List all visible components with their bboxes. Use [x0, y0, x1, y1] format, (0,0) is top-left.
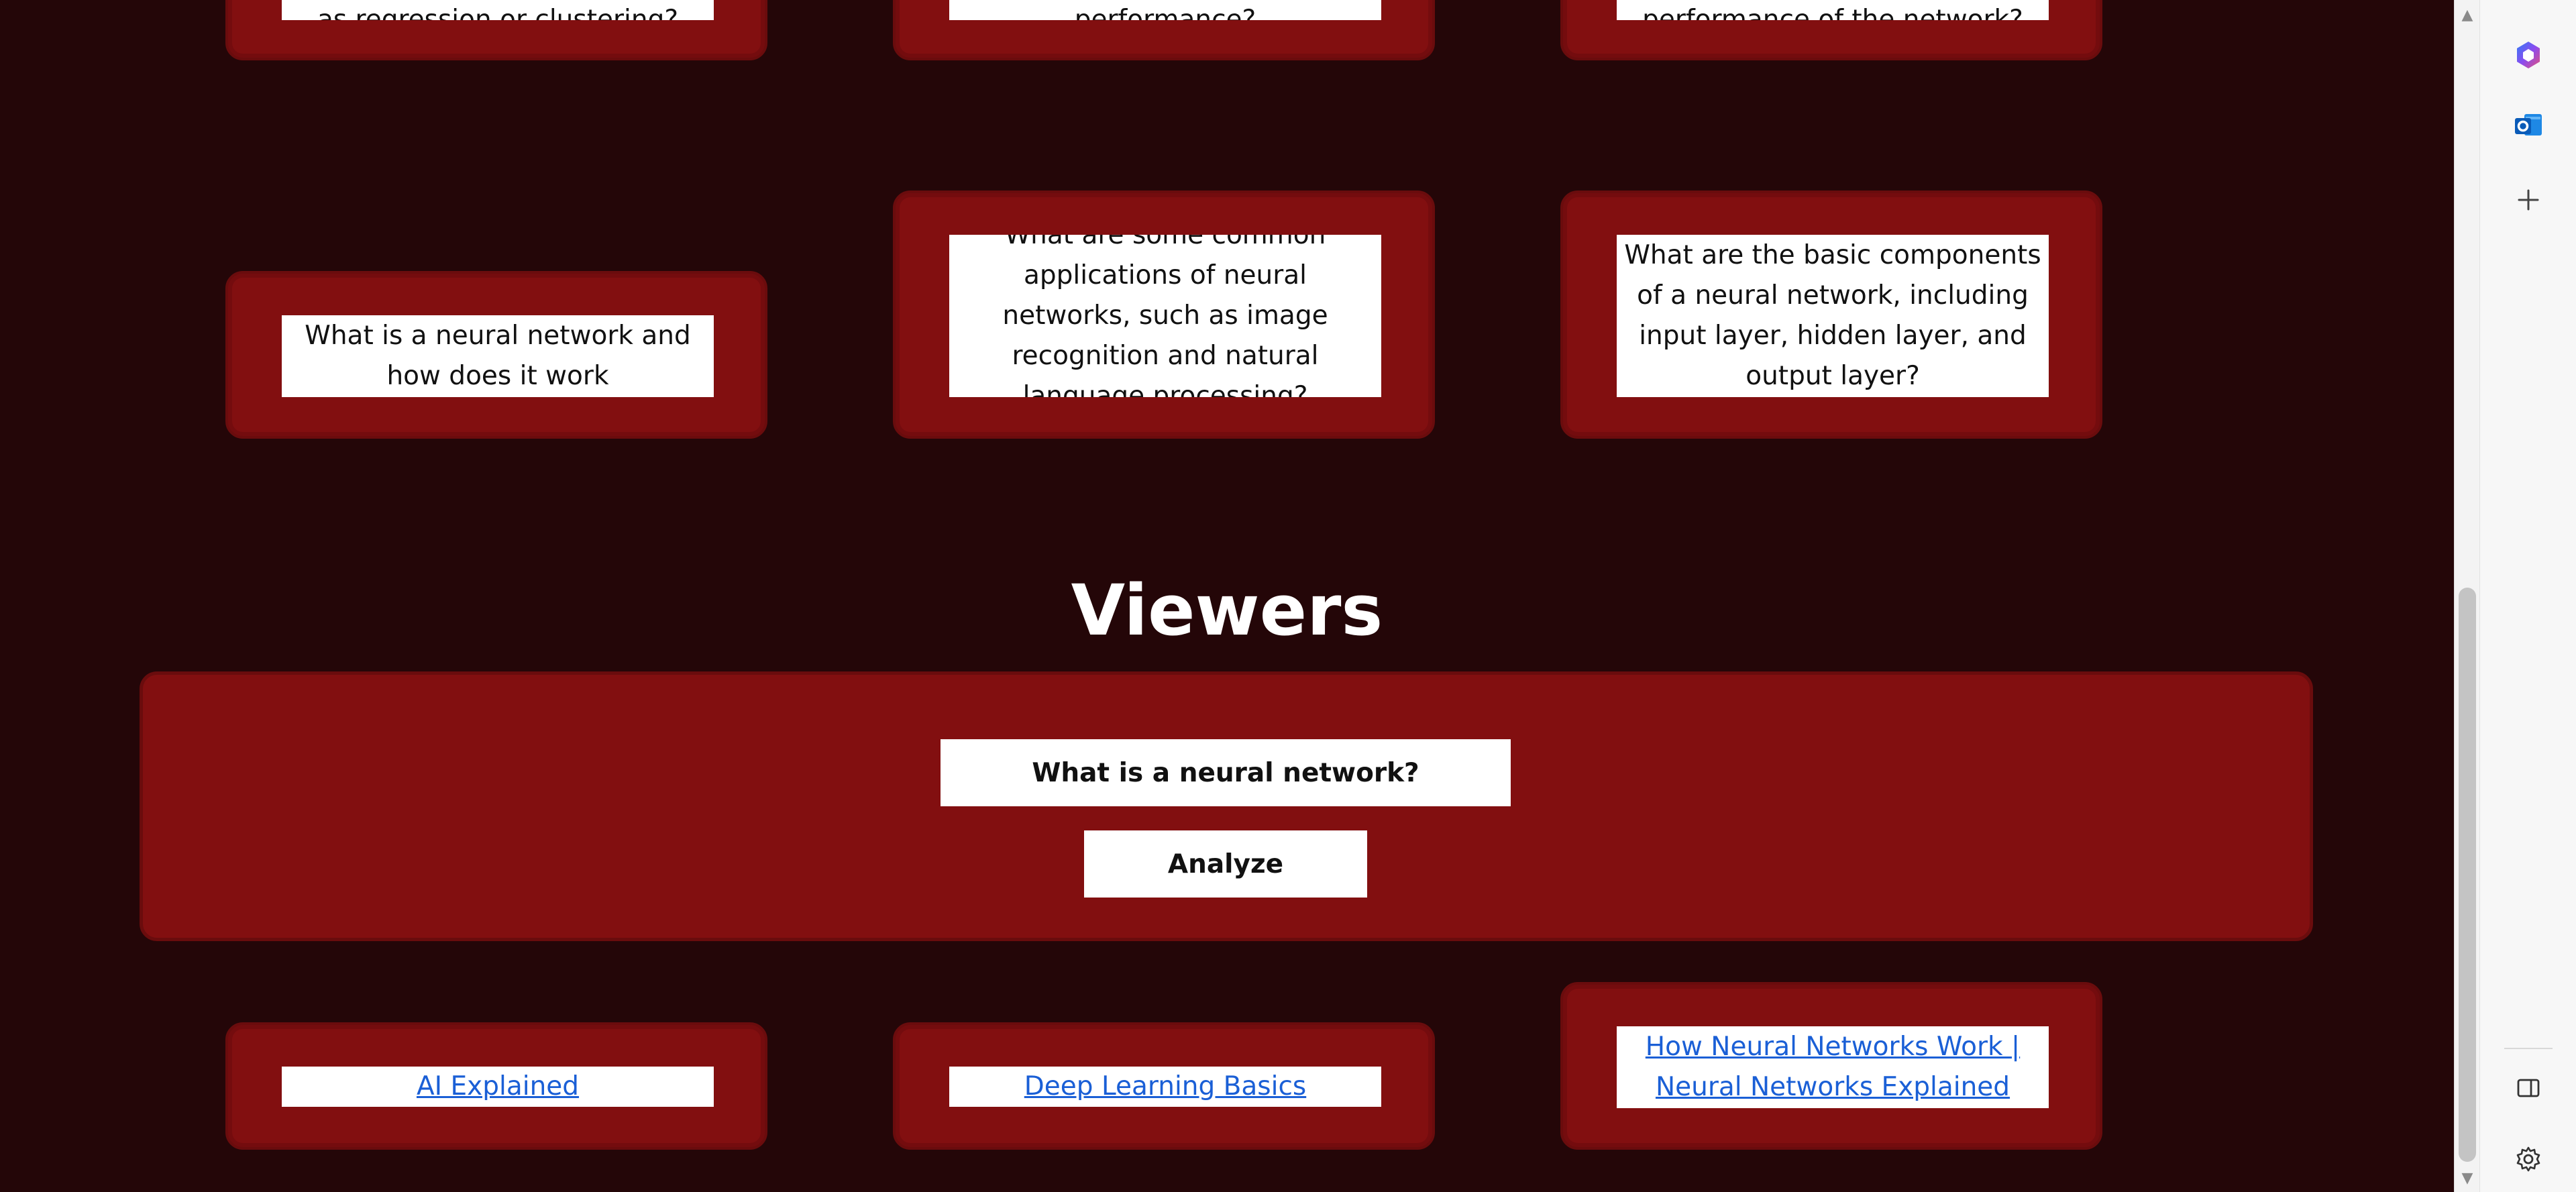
- scroll-thumb[interactable]: [2459, 588, 2476, 1162]
- scroll-down-arrow[interactable]: ▼: [2455, 1166, 2480, 1191]
- question-input[interactable]: What is a neural network?: [941, 739, 1511, 806]
- video-link[interactable]: AI Explained: [417, 1067, 579, 1107]
- outlook-icon: [2515, 114, 2542, 136]
- settings-icon[interactable]: [2506, 1136, 2551, 1182]
- question-card[interactable]: as regression or clustering?: [225, 0, 767, 60]
- browser-sidebar: [2479, 0, 2576, 1192]
- add-icon: [2518, 189, 2539, 211]
- split-screen-icon: [2517, 1079, 2540, 1097]
- sidebar-divider: [2504, 1048, 2553, 1049]
- question-card-text: What are some common applications of neu…: [949, 235, 1381, 397]
- add-icon[interactable]: [2506, 177, 2551, 223]
- video-link-container: AI Explained: [282, 1067, 714, 1107]
- copilot-icon: [2517, 42, 2540, 68]
- copilot-icon[interactable]: [2506, 32, 2551, 78]
- video-link[interactable]: Deep Learning Basics: [1024, 1067, 1306, 1107]
- outlook-icon[interactable]: [2506, 102, 2551, 148]
- video-link-card: How Neural Networks Work | Neural Networ…: [1560, 982, 2102, 1150]
- question-card[interactable]: performance of the network?: [1560, 0, 2102, 60]
- question-card[interactable]: What are some common applications of neu…: [893, 191, 1435, 439]
- video-link-card: AI Explained: [225, 1022, 767, 1150]
- viewers-panel: [140, 671, 2313, 941]
- question-card-text: What are the basic components of a neura…: [1617, 235, 2049, 397]
- question-card-text: performance of the network?: [1617, 0, 2049, 20]
- question-card-text: performance?: [949, 0, 1381, 20]
- question-card[interactable]: What are the basic components of a neura…: [1560, 191, 2102, 439]
- question-card[interactable]: What is a neural network and how does it…: [225, 271, 767, 439]
- video-link-container: Deep Learning Basics: [949, 1067, 1381, 1107]
- scroll-up-arrow[interactable]: ▲: [2455, 3, 2480, 28]
- video-link-card: Deep Learning Basics: [893, 1022, 1435, 1150]
- question-card[interactable]: performance?: [893, 0, 1435, 60]
- viewers-heading: Viewers: [1071, 570, 1383, 651]
- settings-icon: [2516, 1146, 2540, 1172]
- analyze-button[interactable]: Analyze: [1084, 830, 1367, 898]
- vertical-scrollbar[interactable]: ▲ ▼: [2454, 0, 2479, 1192]
- page-viewport: as regression or clustering? performance…: [0, 0, 2454, 1192]
- split-screen-icon[interactable]: [2506, 1065, 2551, 1111]
- question-card-text: as regression or clustering?: [282, 0, 714, 20]
- question-card-text: What is a neural network and how does it…: [282, 315, 714, 397]
- video-link-container: How Neural Networks Work | Neural Networ…: [1617, 1026, 2049, 1108]
- video-link[interactable]: How Neural Networks Work | Neural Networ…: [1618, 1027, 2047, 1107]
